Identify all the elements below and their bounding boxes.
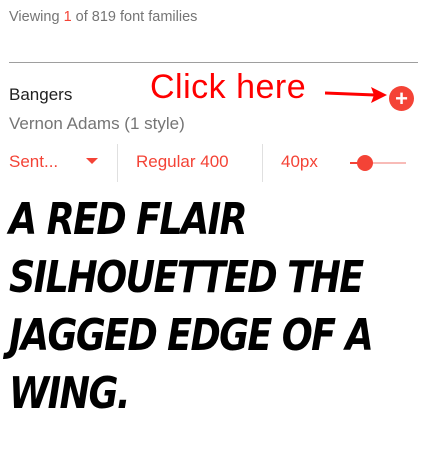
add-font-button[interactable]: + <box>389 86 414 111</box>
font-family-name[interactable]: Bangers <box>9 85 72 105</box>
annotation-arrow-icon <box>325 87 387 103</box>
viewing-count-text: Viewing 1 of 819 font families <box>9 9 197 25</box>
chevron-down-icon[interactable] <box>86 158 98 164</box>
font-style-select[interactable]: Regular 400 <box>136 142 229 182</box>
header-divider <box>9 62 418 63</box>
preview-type-select[interactable]: Sent... <box>9 142 58 182</box>
font-preview-text[interactable]: A red flair silhouetted the jagged edge … <box>9 191 419 423</box>
plus-icon: + <box>395 86 408 111</box>
viewing-prefix: Viewing <box>9 9 60 25</box>
click-here-annotation: Click here <box>150 68 307 106</box>
viewing-current-number: 1 <box>63 9 72 25</box>
font-size-value: 40px <box>281 152 318 171</box>
font-size-slider-thumb[interactable] <box>357 155 373 171</box>
font-author: Vernon Adams (1 style) <box>9 114 185 133</box>
viewing-suffix: of 819 font families <box>75 9 198 25</box>
controls-divider <box>117 144 118 182</box>
controls-divider <box>262 144 263 182</box>
